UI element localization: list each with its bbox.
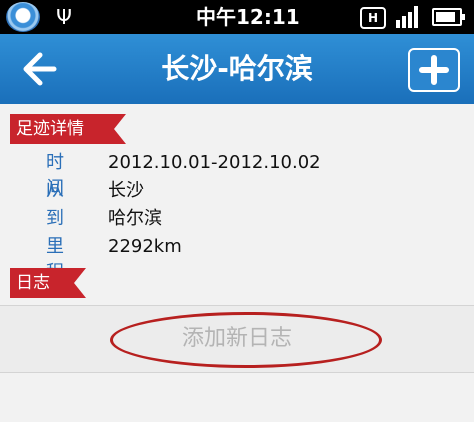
add-button[interactable] — [408, 48, 460, 92]
section-tag-log: 日志 — [10, 268, 86, 298]
page-title: 长沙-哈尔滨 — [161, 52, 313, 85]
usb-icon: Ψ — [56, 5, 72, 29]
app-logo-icon — [6, 2, 40, 32]
trip-details-panel: 足迹详情 时间 2012.10.01-2012.10.02 从 长沙 到 哈尔滨… — [0, 104, 474, 422]
battery-level — [436, 12, 455, 22]
arrow-left-icon — [23, 52, 57, 86]
section-tag-details: 足迹详情 — [10, 114, 126, 144]
detail-value: 2292km — [108, 236, 182, 257]
back-button[interactable] — [20, 50, 60, 88]
detail-label: 从 — [46, 180, 64, 201]
detail-value: 长沙 — [108, 180, 144, 201]
title-bar: 长沙-哈尔滨 — [0, 34, 474, 104]
status-time: 中午12:11 — [196, 5, 300, 29]
divider — [0, 372, 474, 373]
signal-icon — [396, 6, 420, 28]
annotation-ellipse — [110, 312, 382, 368]
detail-value: 哈尔滨 — [108, 208, 162, 229]
plus-icon — [419, 55, 449, 85]
network-type-icon: H — [360, 7, 386, 29]
status-bar: Ψ 中午12:11 H — [0, 0, 474, 34]
detail-value: 2012.10.01-2012.10.02 — [108, 152, 321, 173]
detail-label: 到 — [46, 208, 64, 229]
battery-icon — [432, 8, 465, 26]
